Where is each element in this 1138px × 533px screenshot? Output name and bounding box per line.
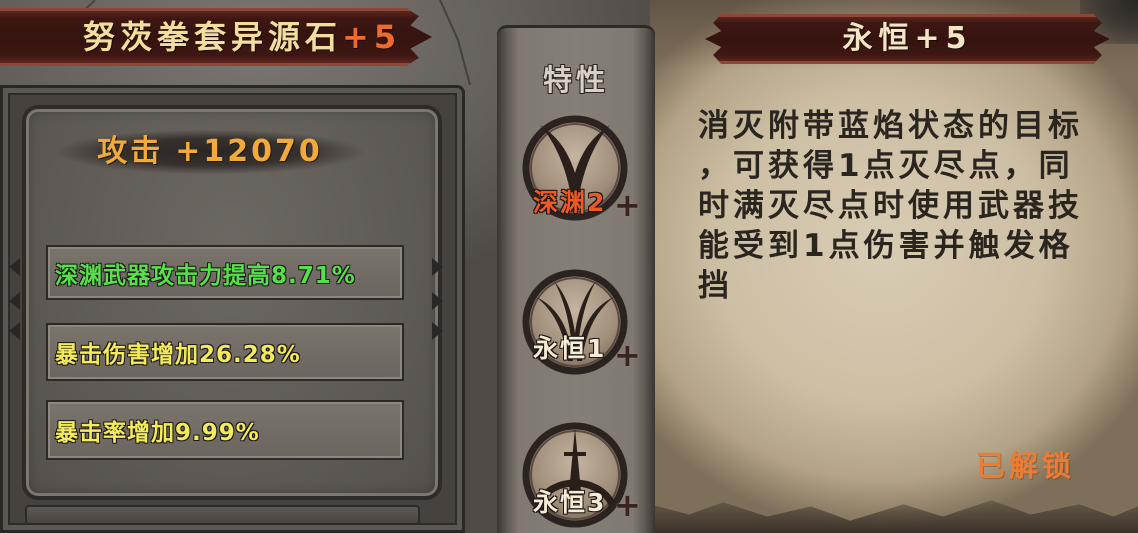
- right-arrow-ornament: [432, 322, 443, 340]
- crit-damage-stat-row: 暴击伤害增加26.28%: [46, 323, 404, 381]
- left-arrow-ornament: [9, 292, 20, 310]
- trait-label: 永恒1: [533, 334, 607, 363]
- right-arrow-ornament: [432, 292, 443, 310]
- equipment-level: +5: [342, 18, 402, 56]
- plus-icon[interactable]: +: [614, 488, 641, 522]
- attack-label: 攻击: [97, 134, 164, 169]
- equipment-stats-panel: 攻击 +12070 深渊武器攻击力提高8.71% 暴击伤害增加26.28% 暴击率…: [0, 85, 465, 533]
- stat-text: 深渊武器攻击力提高8.71%: [55, 262, 356, 289]
- description-line: 消灭附带蓝焰状态的目标: [698, 108, 1083, 144]
- unlock-status: 已解锁: [976, 449, 1076, 483]
- left-arrow-ornament: [9, 258, 20, 276]
- description-line: 挡: [698, 268, 733, 304]
- left-arrow-ornament: [9, 322, 20, 340]
- equipment-title-banner: 努茨拳套异源石+5: [0, 8, 432, 66]
- description-line: 能受到1点伤害并触发格: [698, 228, 1074, 264]
- stat-text: 暴击伤害增加26.28%: [55, 342, 301, 368]
- crit-rate-stat-row: 暴击率增加9.99%: [46, 400, 404, 460]
- stat-text: 暴击率增加9.99%: [55, 420, 260, 446]
- trait-detail-banner: 永恒+5: [705, 14, 1110, 64]
- trait-description: 消灭附带蓝焰状态的目标 ，可获得1点灭尽点，同 时满灭尽点时使用武器技 能受到1…: [698, 106, 1118, 306]
- trait-detail-title: 永恒+5: [842, 21, 973, 56]
- trait-label: 永恒3: [533, 488, 607, 517]
- equipment-name: 努茨拳套异源石: [83, 18, 343, 56]
- plus-icon[interactable]: +: [614, 188, 641, 222]
- trait-label: 深渊2: [533, 188, 607, 217]
- equipment-title: 努茨拳套异源石+5: [83, 17, 401, 57]
- attack-banner: 攻击 +12070: [55, 127, 365, 177]
- description-line: 时满灭尽点时使用武器技: [698, 188, 1083, 224]
- panel-bottom-bar: [25, 505, 420, 525]
- trait-header: 特性: [542, 63, 609, 97]
- right-arrow-ornament: [432, 258, 443, 276]
- plus-icon[interactable]: +: [614, 338, 641, 372]
- description-line: ，可获得1点灭尽点，同: [698, 148, 1074, 184]
- attack-value: +12070: [175, 134, 323, 169]
- abyss-attack-stat-row: 深渊武器攻击力提高8.71%: [46, 245, 404, 300]
